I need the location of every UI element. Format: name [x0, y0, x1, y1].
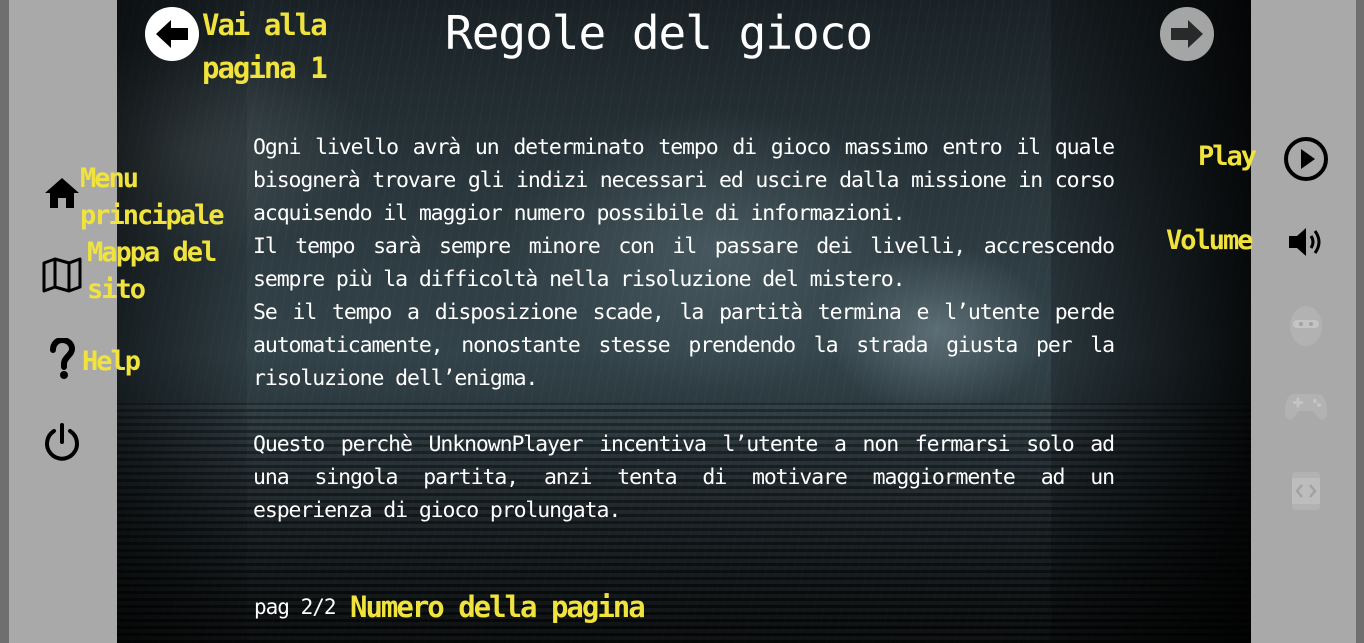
paragraph-1: Ogni livello avrà un determinato tempo d…	[253, 135, 1115, 226]
question-icon[interactable]	[48, 338, 76, 380]
play-label[interactable]: Play	[1198, 138, 1257, 175]
home-label[interactable]: Menu principale	[80, 160, 260, 234]
back-button[interactable]	[145, 7, 199, 61]
page-title: Regole del gioco	[445, 6, 873, 60]
map-label[interactable]: Mappa del sito	[87, 234, 227, 308]
gamepad-icon[interactable]	[1284, 390, 1328, 424]
left-building-shade	[117, 0, 247, 643]
home-icon[interactable]	[43, 176, 81, 210]
next-button[interactable]	[1160, 7, 1214, 61]
help-label[interactable]: Help	[82, 343, 141, 380]
volume-icon[interactable]	[1287, 224, 1325, 260]
page-number: pag 2/2	[254, 595, 337, 619]
arrow-right-icon	[1171, 20, 1203, 48]
page-number-label: Numero della pagina	[350, 590, 646, 624]
play-circle-icon[interactable]	[1283, 136, 1329, 182]
paragraph-4: Questo perchè UnknownPlayer incentiva l’…	[253, 432, 1115, 523]
map-icon[interactable]	[42, 257, 82, 293]
volume-label[interactable]: Volume	[1166, 222, 1254, 259]
paragraph-3: Se il tempo a disposizione scade, la par…	[253, 300, 1115, 391]
power-icon[interactable]	[42, 422, 82, 462]
paragraph-2: Il tempo sarà sempre minore con il passa…	[253, 234, 1115, 292]
back-label[interactable]: Vai alla pagina 1	[202, 4, 372, 90]
arrow-left-icon	[156, 20, 188, 48]
left-sidebar	[0, 0, 117, 643]
code-icon[interactable]	[1290, 470, 1322, 512]
rules-text: Ogni livello avrà un determinato tempo d…	[253, 131, 1115, 527]
ninja-icon[interactable]	[1288, 304, 1324, 348]
